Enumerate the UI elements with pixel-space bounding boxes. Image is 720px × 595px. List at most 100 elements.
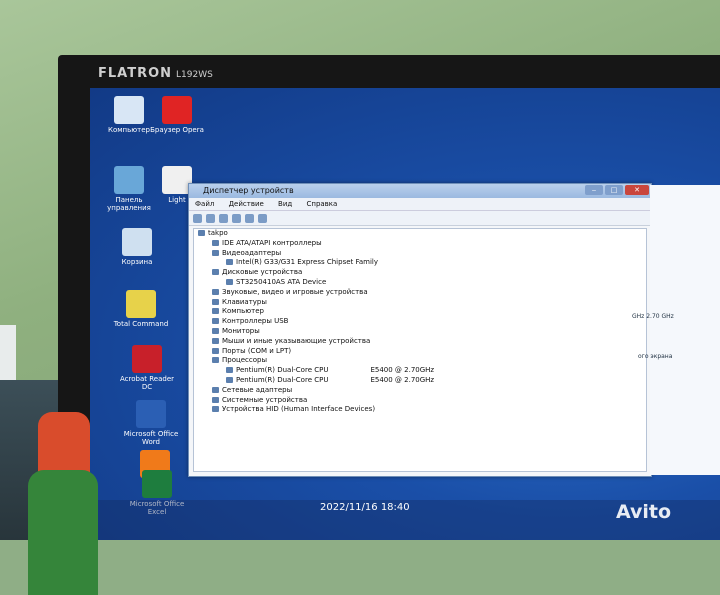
tree-item-label: Контроллеры USB: [222, 317, 289, 326]
tree-item-label: Процессоры: [222, 356, 268, 365]
toolbar: [189, 211, 651, 226]
device-icon: [212, 298, 219, 305]
device-icon: [212, 318, 219, 325]
tree-item[interactable]: Мыши и иные указывающие устройства: [194, 337, 646, 347]
update-driver-icon[interactable]: [245, 213, 254, 223]
app-icon: [122, 228, 152, 256]
tree-item-label: Сетевые адаптеры: [222, 385, 293, 394]
close-button[interactable]: ✕: [625, 185, 649, 195]
tree-item-label: Intel(R) G33/G31 Express Chipset Family: [236, 258, 379, 267]
tree-item-detail: E5400 @ 2.70GHz: [370, 366, 435, 375]
desktop-icon-6[interactable]: Total Command: [112, 290, 170, 328]
tree-item[interactable]: Мониторы: [194, 327, 646, 337]
device-icon: [212, 327, 219, 334]
app-icon: [114, 96, 144, 124]
device-icon: [226, 278, 233, 285]
tree-item-label: IDE ATA/ATAPI контроллеры: [222, 238, 322, 247]
tree-item-label: Звуковые, видео и игровые устройства: [222, 287, 368, 296]
desktop-icon-label: Браузер Opera: [150, 126, 204, 134]
tree-item[interactable]: takpo: [194, 229, 646, 239]
desktop-icon-2[interactable]: Браузер Opera: [148, 96, 206, 134]
minimize-button[interactable]: ‒: [585, 185, 603, 195]
device-icon: [212, 239, 219, 246]
desktop-icon-label: Total Command: [113, 320, 169, 328]
device-icon: [212, 396, 219, 403]
device-manager-window[interactable]: Диспетчер устройств ‒ □ ✕ Файл Действие …: [188, 183, 652, 477]
back-icon[interactable]: [193, 213, 202, 223]
app-icon: [136, 400, 166, 428]
photo-timestamp: 2022/11/16 18:40: [320, 502, 410, 513]
tree-item[interactable]: Системные устройства: [194, 396, 646, 406]
device-icon: [212, 337, 219, 344]
brand-name: FLATRON: [98, 66, 173, 81]
cpu-frequency: GHz 2.70 GHz: [632, 313, 674, 320]
menu-action[interactable]: Действие: [229, 200, 264, 208]
scan-hardware-icon[interactable]: [258, 213, 267, 223]
tree-item[interactable]: ST3250410AS ATA Device: [194, 278, 646, 288]
desktop-icon-8[interactable]: Microsoft Office Word: [122, 400, 180, 446]
tree-item[interactable]: Дисковые устройства: [194, 268, 646, 278]
device-icon: [212, 288, 219, 295]
properties-icon[interactable]: [219, 213, 228, 223]
menu-file[interactable]: Файл: [195, 200, 214, 208]
device-tree: takpo IDE ATA/ATAPI контроллеры Видеоадапт…: [193, 228, 647, 472]
tree-item-label: ST3250410AS ATA Device: [236, 277, 327, 286]
device-icon: [212, 386, 219, 393]
monitor-brand: FLATRON L192WS: [98, 66, 213, 81]
help-icon[interactable]: [232, 213, 241, 223]
tree-item-label: Клавиатуры: [222, 297, 267, 306]
model-name: L192WS: [176, 70, 213, 80]
window-titlebar[interactable]: Диспетчер устройств ‒ □ ✕: [189, 184, 651, 198]
device-icon: [212, 357, 219, 364]
tree-item-label: Мыши и иные указывающие устройства: [222, 336, 371, 345]
tree-item[interactable]: Компьютер: [194, 307, 646, 317]
window-title: Диспетчер устройств: [203, 186, 294, 195]
tree-item-label: Порты (COM и LPT): [222, 346, 292, 355]
tree-item-label: Pentium(R) Dual-Core CPU: [236, 375, 329, 384]
tree-item-label: Устройства HID (Human Interface Devices): [222, 405, 376, 414]
tree-item[interactable]: Процессоры: [194, 356, 646, 366]
forward-icon[interactable]: [206, 213, 215, 223]
tree-item-label: Pentium(R) Dual-Core CPU: [236, 366, 329, 375]
tree-item[interactable]: Устройства HID (Human Interface Devices): [194, 405, 646, 415]
device-icon: [226, 259, 233, 266]
tree-item[interactable]: IDE ATA/ATAPI контроллеры: [194, 239, 646, 249]
device-icon: [212, 308, 219, 315]
device-icon: [226, 367, 233, 374]
device-icon: [198, 230, 205, 236]
desktop-icon-5[interactable]: Корзина: [108, 228, 166, 266]
tree-item-label: takpo: [208, 229, 228, 237]
tree-item[interactable]: Порты (COM и LPT): [194, 347, 646, 357]
tree-item[interactable]: Видеоадаптеры: [194, 249, 646, 259]
maximize-button[interactable]: □: [605, 185, 623, 195]
system-properties-window: GHz 2.70 GHz ого экрана: [632, 185, 720, 475]
bottle: [28, 470, 98, 595]
menu-help[interactable]: Справка: [306, 200, 337, 208]
desktop-icon-7[interactable]: Acrobat Reader DC: [118, 345, 176, 391]
device-icon: [212, 406, 219, 413]
tree-item[interactable]: Pentium(R) Dual-Core CPU E5400 @ 2.70GHz: [194, 366, 646, 376]
menu-view[interactable]: Вид: [278, 200, 292, 208]
tree-item[interactable]: Intel(R) G33/G31 Express Chipset Family: [194, 258, 646, 268]
avito-watermark: Avito: [616, 501, 672, 523]
app-icon: [162, 96, 192, 124]
tree-item[interactable]: Клавиатуры: [194, 298, 646, 308]
tree-item-label: Дисковые устройства: [222, 268, 303, 277]
tree-item[interactable]: Сетевые адаптеры: [194, 386, 646, 396]
app-icon: [114, 166, 144, 194]
device-icon: [226, 376, 233, 383]
device-icon: [212, 347, 219, 354]
tree-item-label: Компьютер: [222, 307, 264, 316]
tree-item[interactable]: Pentium(R) Dual-Core CPU E5400 @ 2.70GHz: [194, 376, 646, 386]
screen-text: ого экрана: [638, 353, 673, 360]
device-icon: [212, 249, 219, 256]
tree-item[interactable]: Звуковые, видео и игровые устройства: [194, 288, 646, 298]
tree-item-label: Видеоадаптеры: [222, 248, 282, 257]
tree-item-label: Системные устройства: [222, 395, 308, 404]
tree-item-detail: E5400 @ 2.70GHz: [370, 375, 435, 384]
tree-item[interactable]: Контроллеры USB: [194, 317, 646, 327]
app-icon: [126, 290, 156, 318]
desktop-icon-label: Acrobat Reader DC: [120, 375, 174, 391]
menu-bar: Файл Действие Вид Справка: [189, 198, 651, 211]
app-icon: [132, 345, 162, 373]
